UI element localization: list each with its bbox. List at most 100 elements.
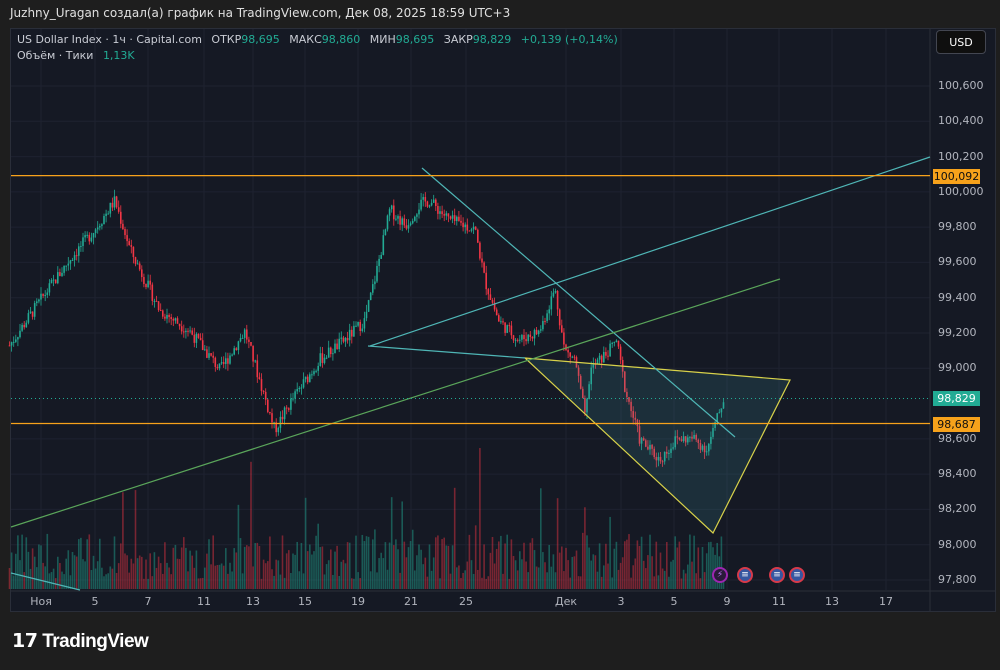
- volume-bar: [464, 570, 466, 589]
- candle-body: [603, 351, 605, 363]
- volume-bar: [296, 541, 298, 589]
- candle-body: [561, 325, 563, 333]
- candle-body: [355, 325, 357, 327]
- price-tick-label: 100,000: [938, 184, 984, 198]
- currency-button[interactable]: USD: [936, 30, 986, 54]
- candle-body: [31, 311, 34, 317]
- candle-body: [369, 292, 372, 301]
- candle-body: [458, 216, 460, 221]
- volume-bar: [659, 552, 662, 589]
- volume-bar: [437, 535, 439, 589]
- candle-body: [279, 416, 282, 428]
- volume-bar: [701, 547, 704, 589]
- volume-bar: [157, 556, 160, 589]
- candle-body: [153, 300, 156, 302]
- candle-body: [332, 353, 334, 355]
- volume-bar: [21, 534, 23, 589]
- volume-bar: [661, 568, 664, 589]
- volume-bar: [579, 576, 582, 589]
- volume-bar: [361, 534, 364, 589]
- volume-label[interactable]: Объём · Тики: [17, 49, 93, 62]
- high-label: МАКС: [289, 33, 322, 46]
- volume-bar: [111, 568, 114, 589]
- volume-bar: [252, 566, 254, 589]
- candle-body: [71, 260, 74, 262]
- candle-body: [143, 277, 145, 284]
- volume-bar: [321, 546, 324, 589]
- candle-body: [300, 387, 303, 389]
- volume-bar: [105, 574, 107, 589]
- volume-bar: [285, 553, 288, 589]
- trend-line-ascending: [369, 156, 931, 347]
- candle-body: [598, 355, 601, 360]
- candle-body: [372, 284, 374, 293]
- candle-body: [75, 255, 78, 257]
- time-tick-label: 5: [91, 595, 99, 608]
- volume-bar: [443, 537, 445, 589]
- candle-body: [229, 355, 231, 364]
- candle-body: [128, 241, 130, 246]
- lightning-icon[interactable]: ⚡: [712, 567, 728, 583]
- volume-bar: [428, 544, 431, 589]
- candle-body: [441, 211, 443, 215]
- volume-bar: [113, 536, 116, 589]
- candle-body: [218, 363, 221, 369]
- candle-body: [258, 377, 261, 380]
- us-flag-icon[interactable]: ≡: [769, 567, 785, 583]
- candle-body: [172, 318, 175, 321]
- volume-bar: [29, 568, 32, 589]
- volume-bar: [691, 561, 693, 589]
- volume-bar: [558, 552, 561, 589]
- candle-body: [210, 353, 212, 356]
- candle-body: [453, 215, 456, 222]
- volume-bar: [355, 535, 357, 589]
- legend-symbol[interactable]: US Dollar Index · 1ч · Capital.com: [17, 33, 202, 46]
- candle-body: [204, 349, 206, 351]
- volume-bar: [254, 543, 256, 589]
- chart-canvas[interactable]: [0, 0, 1000, 670]
- price-tick-label: 99,600: [938, 255, 977, 269]
- volume-bar: [630, 577, 632, 589]
- candle-body: [605, 351, 607, 356]
- volume-bar: [426, 576, 429, 589]
- candle-body: [550, 296, 553, 310]
- low-label: МИН: [369, 33, 396, 46]
- candle-body: [99, 226, 101, 228]
- volume-bar: [298, 571, 301, 589]
- volume-bar: [491, 537, 494, 589]
- candle-body: [46, 292, 49, 295]
- volume-bar: [159, 563, 162, 589]
- volume-bar: [208, 539, 210, 589]
- volume-bar: [162, 573, 164, 589]
- candle-body: [361, 328, 364, 332]
- candle-body: [29, 311, 32, 314]
- candle-body: [470, 229, 473, 231]
- candle-body: [510, 325, 513, 336]
- time-tick-label: 17: [879, 595, 893, 608]
- volume-bar: [86, 539, 88, 589]
- volume-bar: [508, 578, 511, 589]
- time-tick-label: 9: [723, 595, 731, 608]
- volume-bar: [197, 578, 200, 589]
- volume-bar: [634, 558, 637, 589]
- volume-bar: [292, 553, 294, 589]
- volume-bar: [332, 574, 334, 589]
- candle-body: [294, 391, 296, 399]
- candle-body: [495, 309, 498, 316]
- us-flag-icon[interactable]: ≡: [789, 567, 805, 583]
- candle-body: [38, 299, 40, 302]
- volume-bar: [17, 535, 19, 589]
- candle-body: [432, 199, 435, 203]
- candle-body: [69, 260, 72, 264]
- candle-body: [353, 325, 355, 337]
- volume-bar: [598, 543, 601, 589]
- volume-bar: [554, 572, 557, 589]
- volume-bar: [697, 547, 700, 589]
- us-flag-icon[interactable]: ≡: [737, 567, 753, 583]
- candle-body: [105, 213, 107, 217]
- volume-bar: [23, 572, 25, 589]
- volume-bar: [456, 567, 458, 589]
- volume-bar: [103, 576, 105, 589]
- volume-bar: [73, 555, 76, 589]
- candle-body: [403, 218, 406, 226]
